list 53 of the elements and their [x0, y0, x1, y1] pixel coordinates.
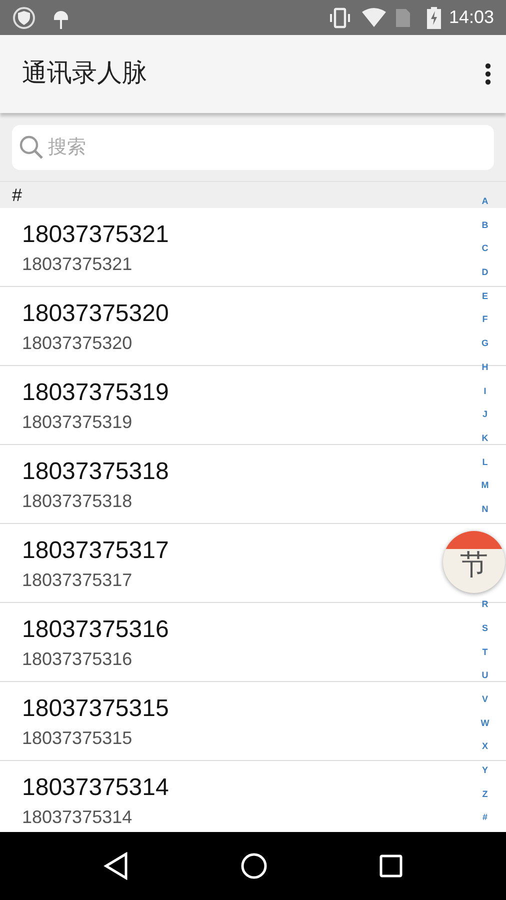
contact-name: 18037375321 — [22, 220, 169, 250]
index-letter[interactable]: G — [481, 332, 488, 356]
contact-number: 18037375319 — [22, 411, 132, 433]
search-field[interactable]: 搜索 — [12, 125, 494, 170]
contact-name: 18037375319 — [22, 378, 169, 408]
contact-name: 18037375315 — [22, 694, 169, 724]
index-letter[interactable]: # — [482, 806, 488, 830]
home-button[interactable] — [240, 852, 268, 880]
index-letter[interactable]: S — [482, 616, 488, 640]
no-sim-icon — [394, 8, 411, 28]
index-letter[interactable]: D — [482, 261, 488, 285]
overflow-menu-button[interactable] — [484, 62, 492, 86]
contact-number: 18037375318 — [22, 490, 132, 512]
index-letter[interactable]: J — [482, 403, 488, 427]
contact-number: 18037375314 — [22, 806, 132, 828]
index-letter[interactable]: E — [482, 284, 488, 308]
index-letter[interactable]: C — [482, 237, 488, 262]
back-button[interactable] — [103, 852, 130, 880]
contact-number: 18037375315 — [22, 727, 132, 749]
index-letter[interactable]: U — [482, 664, 488, 688]
clock-time: 14:03 — [448, 6, 494, 29]
contact-number: 18037375321 — [22, 253, 132, 275]
index-letter[interactable]: N — [482, 498, 488, 522]
index-letter[interactable]: W — [480, 712, 490, 736]
index-letter[interactable]: A — [482, 190, 488, 214]
index-letter[interactable]: L — [482, 450, 488, 474]
search-icon — [18, 134, 44, 160]
index-letter[interactable]: T — [482, 640, 488, 664]
festival-button[interactable]: 节 — [443, 531, 505, 593]
wifi-icon — [360, 8, 387, 28]
index-letter[interactable]: Y — [482, 758, 488, 783]
index-letter[interactable]: V — [482, 688, 488, 712]
index-letter[interactable]: H — [482, 356, 488, 380]
contact-name: 18037375314 — [22, 773, 169, 803]
index-letter[interactable]: F — [482, 308, 488, 332]
index-letter[interactable]: K — [482, 426, 488, 451]
contact-name: 18037375318 — [22, 457, 169, 487]
contact-number: 18037375316 — [22, 648, 132, 670]
index-letter[interactable]: M — [481, 474, 489, 498]
contact-number: 18037375317 — [22, 569, 132, 591]
index-letter[interactable]: Z — [482, 782, 488, 806]
battery-charging-icon — [426, 6, 441, 28]
app-title: 通讯录人脉 — [22, 58, 148, 90]
contact-number: 18037375320 — [22, 332, 132, 354]
index-letter[interactable]: I — [484, 380, 486, 404]
contact-name: 18037375317 — [22, 536, 169, 566]
index-letter[interactable]: X — [482, 735, 488, 759]
contact-name: 18037375320 — [22, 299, 169, 329]
index-letter[interactable]: R — [482, 593, 488, 617]
index-letter[interactable]: B — [482, 214, 488, 238]
shield-icon — [12, 6, 36, 30]
contact-name: 18037375316 — [22, 615, 169, 645]
recents-button[interactable] — [378, 854, 403, 878]
